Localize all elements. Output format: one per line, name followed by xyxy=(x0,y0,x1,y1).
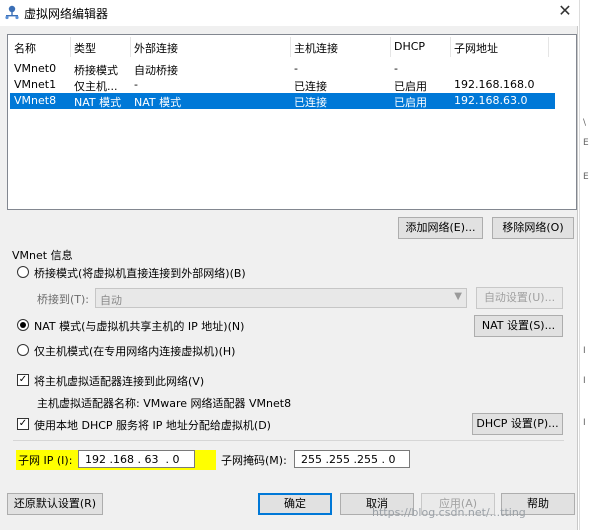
bridged-to-select[interactable]: 自动 ▼ xyxy=(95,288,467,308)
edge-glyph: I xyxy=(583,418,586,428)
window-title: 虚拟网络编辑器 xyxy=(24,7,109,21)
remove-network-button[interactable]: 移除网络(O) xyxy=(492,217,574,239)
column-header-external[interactable]: 外部连接 xyxy=(134,40,178,56)
bridged-mode-radio[interactable] xyxy=(17,266,29,278)
host-only-mode-label: 仅主机模式(在专用网络内连接虚拟机)(H) xyxy=(34,345,236,358)
table-row[interactable]: VMnet0 桥接模式 自动桥接 - - xyxy=(10,61,555,77)
divider xyxy=(13,440,564,441)
cell-external: - xyxy=(134,78,138,91)
edge-glyph: E xyxy=(583,172,589,182)
column-header-name[interactable]: 名称 xyxy=(14,40,36,56)
cell-type: 仅主机... xyxy=(74,80,118,93)
column-header-type[interactable]: 类型 xyxy=(74,40,96,56)
edge-glyph: \ xyxy=(583,118,587,128)
cell-external: 自动桥接 xyxy=(134,64,178,77)
ok-button[interactable]: 确定 xyxy=(258,493,332,515)
bridged-to-label: 桥接到(T): xyxy=(37,293,90,306)
virtual-network-editor-window: 虚拟网络编辑器 ✕ 名称 类型 外部连接 主机连接 DHCP 子网地址 VMne… xyxy=(0,0,578,530)
cell-subnet: 192.168.168.0 xyxy=(454,78,535,91)
nat-mode-radio[interactable] xyxy=(17,319,29,331)
table-row-selected[interactable]: VMnet8 NAT 模式 NAT 模式 已连接 已启用 192.168.63.… xyxy=(10,93,555,109)
cell-dhcp: 已启用 xyxy=(394,80,427,93)
cell-name: VMnet8 xyxy=(14,94,57,107)
edge-glyph: I xyxy=(583,346,586,356)
cell-name: VMnet0 xyxy=(14,62,57,75)
adapter-name-label: 主机虚拟适配器名称: VMware 网络适配器 VMnet8 xyxy=(37,397,292,410)
cell-type: NAT 模式 xyxy=(74,96,122,109)
dhcp-settings-button[interactable]: DHCP 设置(P)... xyxy=(472,413,563,435)
connect-adapter-label: 将主机虚拟适配器连接到此网络(V) xyxy=(34,375,205,388)
cell-subnet: 192.168.63.0 xyxy=(454,94,528,107)
column-header-subnet[interactable]: 子网地址 xyxy=(454,40,498,56)
cell-host: 已连接 xyxy=(294,80,327,93)
column-separator xyxy=(70,37,71,57)
column-separator xyxy=(548,37,549,57)
add-network-button[interactable]: 添加网络(E)... xyxy=(398,217,483,239)
column-header-host[interactable]: 主机连接 xyxy=(294,40,338,56)
column-separator xyxy=(390,37,391,57)
network-icon xyxy=(5,5,19,20)
use-dhcp-label: 使用本地 DHCP 服务将 IP 地址分配给虚拟机(D) xyxy=(34,419,271,432)
cell-host: 已连接 xyxy=(294,96,327,109)
connect-adapter-checkbox[interactable]: ✓ xyxy=(17,374,29,386)
subnet-ip-input[interactable]: 192 .168 . 63 . 0 xyxy=(78,450,195,468)
network-list[interactable]: 名称 类型 外部连接 主机连接 DHCP 子网地址 VMnet0 桥接模式 自动… xyxy=(7,34,577,210)
auto-settings-button[interactable]: 自动设置(U)... xyxy=(476,287,563,309)
host-only-mode-radio[interactable] xyxy=(17,344,29,356)
cell-external: NAT 模式 xyxy=(134,96,182,109)
bridged-to-value: 自动 xyxy=(100,294,122,307)
group-title: VMnet 信息 xyxy=(12,249,73,262)
cell-type: 桥接模式 xyxy=(74,64,118,77)
edge-glyph: I xyxy=(583,376,586,386)
title-bar[interactable]: 虚拟网络编辑器 ✕ xyxy=(0,0,578,26)
watermark-text: https://blog.csdn.net/...tting xyxy=(372,506,526,519)
nat-mode-label: NAT 模式(与虚拟机共享主机的 IP 地址)(N) xyxy=(34,320,245,333)
column-separator xyxy=(450,37,451,57)
cell-dhcp: - xyxy=(394,62,398,75)
close-icon[interactable]: ✕ xyxy=(552,0,578,24)
column-separator xyxy=(130,37,131,57)
chevron-down-icon: ▼ xyxy=(454,291,462,302)
restore-defaults-button[interactable]: 还原默认设置(R) xyxy=(7,493,103,515)
edge-glyph: E xyxy=(583,138,589,148)
background-window-edge: \ E E I I I xyxy=(579,0,590,530)
cell-dhcp: 已启用 xyxy=(394,96,427,109)
column-separator xyxy=(290,37,291,57)
list-header: 名称 类型 外部连接 主机连接 DHCP 子网地址 xyxy=(8,35,576,59)
subnet-mask-value: 255 .255 .255 . 0 xyxy=(301,453,396,466)
cell-name: VMnet1 xyxy=(14,78,57,91)
subnet-mask-label: 子网掩码(M): xyxy=(221,454,287,467)
use-dhcp-checkbox[interactable]: ✓ xyxy=(17,418,29,430)
table-row[interactable]: VMnet1 仅主机... - 已连接 已启用 192.168.168.0 xyxy=(10,77,555,93)
subnet-ip-label: 子网 IP (I): xyxy=(18,454,73,467)
subnet-mask-input[interactable]: 255 .255 .255 . 0 xyxy=(294,450,410,468)
bridged-mode-label: 桥接模式(将虚拟机直接连接到外部网络)(B) xyxy=(34,267,246,280)
subnet-ip-value: 192 .168 . 63 . 0 xyxy=(85,453,180,466)
cell-host: - xyxy=(294,62,298,75)
column-header-dhcp[interactable]: DHCP xyxy=(394,40,425,53)
nat-settings-button[interactable]: NAT 设置(S)... xyxy=(474,315,563,337)
